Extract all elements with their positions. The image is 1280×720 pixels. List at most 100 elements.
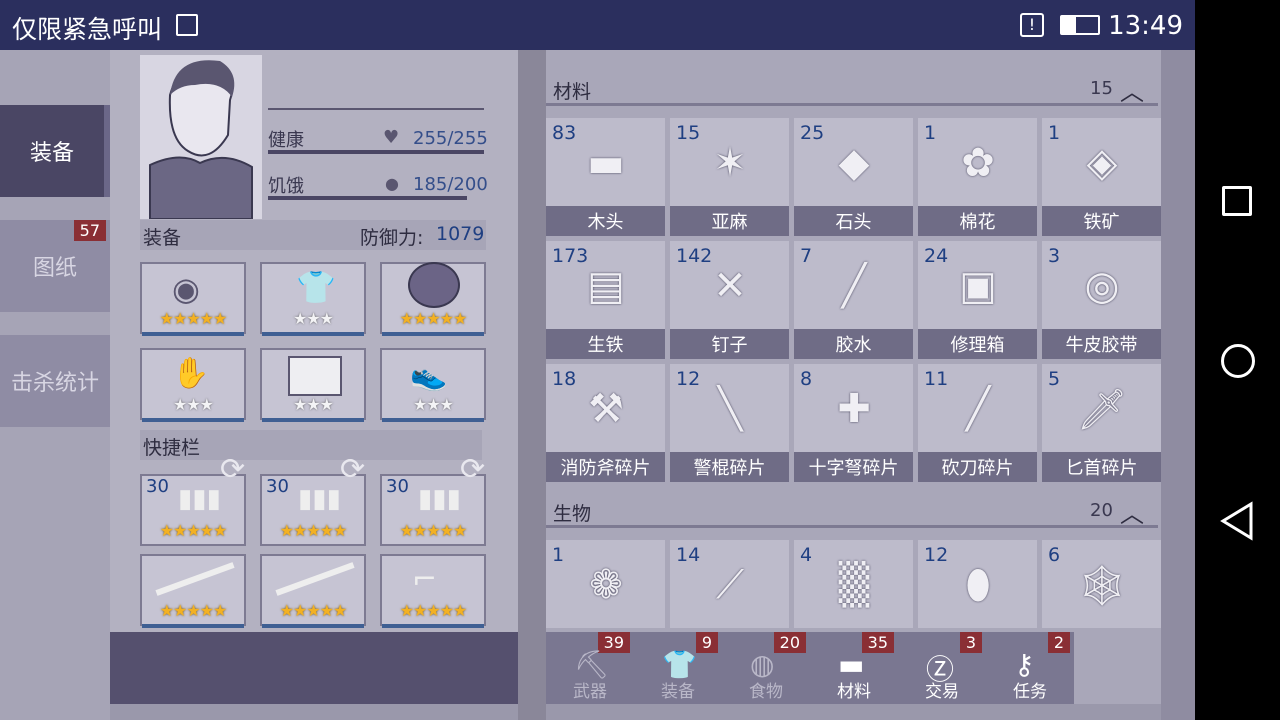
stars: ★★★★★ bbox=[279, 521, 348, 540]
equip-slot-head[interactable]: ◉ ★★★★★ bbox=[140, 262, 246, 336]
heart-icon: ♥ bbox=[383, 127, 400, 148]
weapon-slot[interactable]: ★★★★★ bbox=[260, 554, 366, 628]
home-icon[interactable] bbox=[1221, 344, 1255, 378]
shotgun-icon bbox=[155, 562, 235, 596]
bullets-icon: ▮▮▮ bbox=[178, 484, 221, 514]
equip-slot-hands[interactable]: ✋ ★★★ bbox=[140, 348, 246, 422]
recent-apps-icon[interactable] bbox=[1222, 186, 1252, 216]
equip-slot-armor[interactable]: ★★★★★ bbox=[380, 262, 486, 336]
bottom-tab-label: 食物 bbox=[749, 682, 783, 702]
material-item[interactable]: 25 ◆ 石头 bbox=[794, 118, 913, 236]
tab-blueprints[interactable]: 图纸 57 bbox=[0, 220, 110, 312]
equip-slot-body[interactable]: 👕 ★★★ bbox=[260, 262, 366, 336]
weapon-slot[interactable]: ★★★★★ bbox=[140, 554, 246, 628]
creature-item[interactable]: 14 ⟋ bbox=[670, 540, 789, 628]
stars: ★★★ bbox=[292, 309, 334, 328]
stars: ★★★★★ bbox=[159, 601, 228, 620]
creature-item[interactable]: 4 ▒ bbox=[794, 540, 913, 628]
chevron-up-icon[interactable]: ︿ bbox=[1120, 494, 1144, 529]
item-label: 棉花 bbox=[918, 206, 1037, 236]
material-item[interactable]: 3 ◎ 牛皮胶带 bbox=[1042, 241, 1161, 359]
flax-icon: ✶ bbox=[713, 140, 747, 186]
android-navbar bbox=[1195, 0, 1280, 720]
hunger-value: 185/200 bbox=[413, 174, 488, 195]
creature-item[interactable]: 6 🕸 bbox=[1042, 540, 1161, 628]
stars: ★★★★★ bbox=[399, 309, 468, 328]
divider bbox=[518, 50, 546, 720]
game-area: 装备 图纸 57 击杀统计 健康 ♥ 255/255 饥饿 ● 185/200 装… bbox=[0, 50, 1195, 720]
status-bar: 仅限紧急呼叫 ! 13:49 bbox=[0, 0, 1195, 50]
battery-icon bbox=[1060, 15, 1100, 35]
reload-icon[interactable]: ⟳ bbox=[460, 452, 485, 487]
bottom-tab[interactable]: 3 Ⓩ 交易 bbox=[898, 632, 986, 704]
bullets-icon: ▮▮▮ bbox=[418, 484, 461, 514]
tab-equipment[interactable]: 装备 bbox=[0, 105, 110, 197]
bottom-tab[interactable]: 9 👕 装备 bbox=[634, 632, 722, 704]
bottom-tab[interactable]: 2 ⚷ 任务 bbox=[986, 632, 1074, 704]
bottom-tab[interactable]: 39 ⛏ 武器 bbox=[546, 632, 634, 704]
badge: 20 bbox=[773, 632, 806, 653]
reload-icon[interactable]: ⟳ bbox=[340, 452, 365, 487]
material-item[interactable]: 15 ✶ 亚麻 bbox=[670, 118, 789, 236]
turtle-shell-icon: ⬮ bbox=[965, 562, 991, 608]
badge: 57 bbox=[73, 220, 106, 241]
creatures-title: 生物 bbox=[553, 503, 592, 525]
tab-kill-stats[interactable]: 击杀统计 bbox=[0, 335, 110, 427]
weapon-slot[interactable]: ⌐ ★★★★★ bbox=[380, 554, 486, 628]
baton-fragment-icon: ╲ bbox=[717, 386, 743, 432]
material-item[interactable]: 24 ▣ 修理箱 bbox=[918, 241, 1037, 359]
shirt-icon: 👕 bbox=[296, 268, 336, 306]
equipment-header bbox=[140, 220, 486, 250]
equip-slot-legs[interactable]: ★★★ bbox=[260, 348, 366, 422]
material-item[interactable]: 173 ▤ 生铁 bbox=[546, 241, 665, 359]
mushroom-icon: ❁ bbox=[589, 562, 623, 608]
material-item[interactable]: 11 ╱ 砍刀碎片 bbox=[918, 364, 1037, 482]
item-label: 石头 bbox=[794, 206, 913, 236]
creature-item[interactable]: 1 ❁ bbox=[546, 540, 665, 628]
sticks-icon: ⟋ bbox=[716, 562, 744, 608]
materials-header[interactable] bbox=[546, 72, 1158, 106]
defense-value: 1079 bbox=[436, 223, 485, 245]
chevron-up-icon[interactable]: ︿ bbox=[1120, 72, 1144, 107]
material-item[interactable]: 12 ╲ 警棍碎片 bbox=[670, 364, 789, 482]
reload-icon[interactable]: ⟳ bbox=[220, 452, 245, 487]
rifle-icon bbox=[275, 562, 355, 596]
material-item[interactable]: 8 ✚ 十字弩碎片 bbox=[794, 364, 913, 482]
material-item[interactable]: 142 ✕ 钉子 bbox=[670, 241, 789, 359]
item-label: 砍刀碎片 bbox=[918, 452, 1037, 482]
back-icon[interactable] bbox=[1219, 501, 1255, 541]
bottom-tab[interactable]: 20 ◍ 食物 bbox=[722, 632, 810, 704]
hunger-label: 饥饿 bbox=[268, 176, 304, 197]
item-count: 7 bbox=[800, 245, 813, 267]
material-item[interactable]: 83 ▬ 木头 bbox=[546, 118, 665, 236]
equip-slot-feet[interactable]: 👟 ★★★ bbox=[380, 348, 486, 422]
material-item[interactable]: 18 ⚒ 消防斧碎片 bbox=[546, 364, 665, 482]
material-item[interactable]: 1 ◈ 铁矿 bbox=[1042, 118, 1161, 236]
creature-item[interactable]: 12 ⬮ bbox=[918, 540, 1037, 628]
stars: ★★★ bbox=[412, 395, 454, 414]
ammo-count: 30 bbox=[266, 476, 289, 497]
stars: ★★★ bbox=[172, 395, 214, 414]
item-label: 牛皮胶带 bbox=[1042, 329, 1161, 359]
crossbow-fragment-icon: ✚ bbox=[837, 386, 871, 432]
materials-count: 15 bbox=[1090, 78, 1113, 99]
item-label: 修理箱 bbox=[918, 329, 1037, 359]
bottom-tab[interactable]: 35 ▬ 材料 bbox=[810, 632, 898, 704]
spider-web-icon: 🕸 bbox=[1076, 563, 1128, 609]
badge: 35 bbox=[861, 632, 894, 653]
panel-footer bbox=[110, 632, 518, 704]
divider bbox=[268, 108, 484, 110]
cotton-icon: ✿ bbox=[961, 140, 995, 186]
dagger-fragment-icon: 🗡 bbox=[1076, 387, 1128, 433]
wood-icon: ▬ bbox=[587, 140, 625, 186]
clock: 13:49 bbox=[1108, 11, 1183, 41]
creatures-header[interactable] bbox=[546, 494, 1158, 528]
material-item[interactable]: 5 🗡 匕首碎片 bbox=[1042, 364, 1161, 482]
badge: 3 bbox=[959, 632, 982, 653]
bottom-tab-label: 任务 bbox=[1013, 682, 1047, 702]
item-count: 3 bbox=[1048, 245, 1061, 267]
material-item[interactable]: 7 ╱ 胶水 bbox=[794, 241, 913, 359]
equipment-title: 装备 bbox=[143, 227, 182, 249]
material-item[interactable]: 1 ✿ 棉花 bbox=[918, 118, 1037, 236]
item-label: 十字弩碎片 bbox=[794, 452, 913, 482]
